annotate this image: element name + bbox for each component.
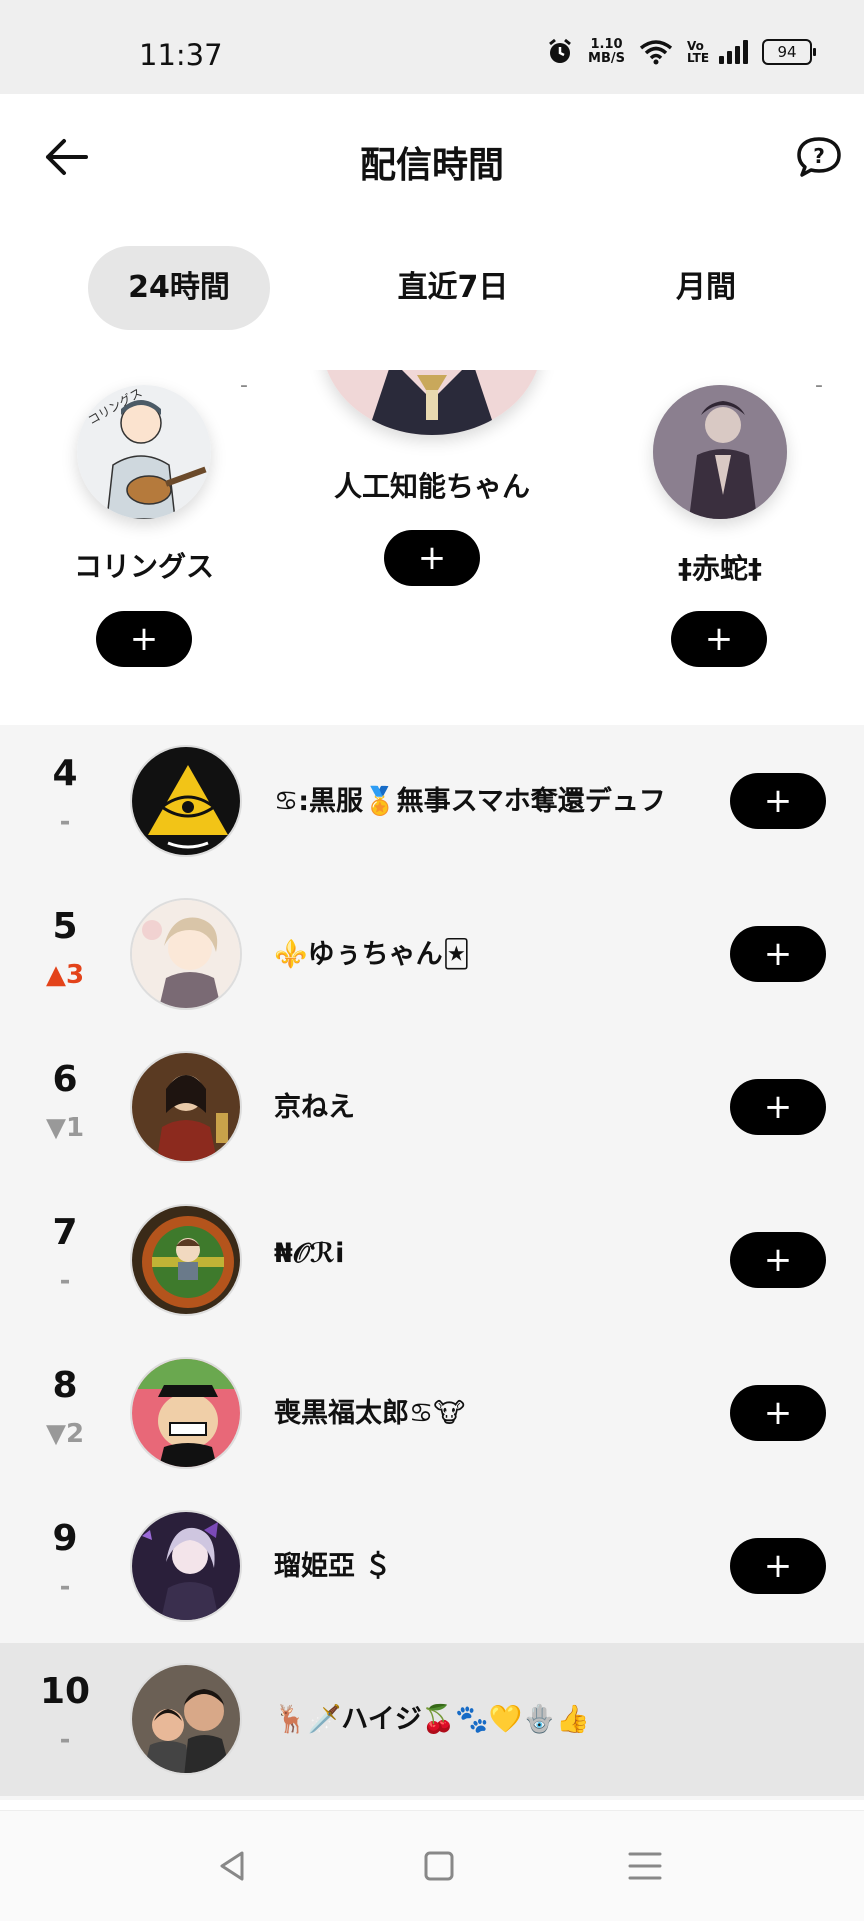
status-bar: 11:37 1.10 MB/S Vo LTE 94	[0, 0, 864, 94]
ranking-row-self[interactable]: 10 - 🦌🗡️ハイジ🍒🐾💛🪬👍	[0, 1643, 864, 1796]
avatar[interactable]	[130, 1663, 242, 1775]
avatar[interactable]	[130, 1204, 242, 1316]
volte-label: Vo LTE	[687, 39, 710, 65]
user-name: ₦𝒪ℛi	[274, 1238, 345, 1269]
net-speed-unit: MB/S	[588, 51, 625, 66]
avatar[interactable]	[130, 1510, 242, 1622]
follow-button[interactable]: +	[730, 1079, 826, 1135]
rank-change: -	[59, 1725, 71, 1755]
rank-number: 7	[52, 1212, 78, 1253]
avatar-first[interactable]	[322, 370, 542, 435]
podium-top3: 人工知能ちゃん + - コリングス コリングス + - ‡赤蛇‡ +	[0, 370, 864, 725]
podium-third-name: ‡赤蛇‡	[677, 552, 762, 585]
ranking-row[interactable]: 8 ▼2 喪黒福太郎♋︎🐮 +	[0, 1337, 864, 1490]
question-bubble-icon[interactable]: ?	[796, 136, 842, 178]
podium-second-name: コリングス	[73, 550, 214, 583]
user-name: ♋︎:黒服🏅無事スマホ奪還デュフ	[274, 786, 666, 817]
status-time: 11:37	[139, 38, 223, 72]
user-name: 瑠姫亞 ＄	[274, 1551, 392, 1582]
avatar-third[interactable]	[653, 385, 787, 519]
rank-number: 10	[39, 1671, 91, 1712]
status-icons: 1.10 MB/S Vo LTE 94	[546, 38, 816, 66]
follow-button-third[interactable]: +	[671, 611, 767, 667]
ranking-row[interactable]: 7 - ₦𝒪ℛi +	[0, 1184, 864, 1337]
rank-number: 8	[52, 1365, 78, 1406]
net-speed: 1.10 MB/S	[588, 38, 625, 66]
period-tabs: 24時間 直近7日 月間	[0, 246, 864, 330]
avatar[interactable]	[130, 1357, 242, 1469]
menu-lines-icon[interactable]	[620, 1841, 670, 1891]
app-header: 配信時間 ?	[0, 94, 864, 222]
avatar-second[interactable]: コリングス	[77, 385, 211, 519]
rank-change: ▲3	[45, 960, 85, 990]
rank-change: -	[59, 1266, 71, 1296]
tab-7days[interactable]: 直近7日	[362, 246, 544, 330]
podium-third-change: -	[815, 373, 823, 398]
rank-number: 6	[52, 1059, 78, 1100]
rank-number: 5	[52, 906, 78, 947]
user-name: ⚜️ゆぅちゃん🃏	[274, 939, 471, 970]
rank-change: -	[59, 1572, 71, 1602]
battery-icon: 94	[762, 39, 816, 65]
follow-button[interactable]: +	[730, 1385, 826, 1441]
avatar[interactable]	[130, 1051, 242, 1163]
podium-first-name: 人工知能ちゃん	[333, 470, 530, 503]
ranking-row[interactable]: 6 ▼1 京ねえ +	[0, 1031, 864, 1184]
tab-monthly[interactable]: 月間	[615, 246, 797, 330]
podium-second-change: -	[240, 373, 248, 398]
user-name: 喪黒福太郎♋︎🐮	[274, 1398, 466, 1429]
page-title: 配信時間	[359, 145, 504, 186]
user-name: 京ねえ	[274, 1092, 355, 1123]
tab-24h[interactable]: 24時間	[88, 246, 270, 330]
battery-level: 94	[777, 43, 797, 61]
system-nav-bar	[0, 1810, 864, 1921]
wifi-icon	[639, 40, 673, 65]
follow-button[interactable]: +	[730, 1538, 826, 1594]
user-name: 🦌🗡️ハイジ🍒🐾💛🪬👍	[274, 1704, 590, 1735]
ranking-row[interactable]: 5 ▲3 ⚜️ゆぅちゃん🃏 +	[0, 878, 864, 1031]
ranking-row[interactable]: 4 - ♋︎:黒服🏅無事スマホ奪還デュフ +	[0, 725, 864, 878]
net-speed-value: 1.10	[590, 37, 623, 52]
square-home-icon[interactable]	[414, 1841, 464, 1891]
follow-button[interactable]: +	[730, 1232, 826, 1288]
ranking-row[interactable]: 9 - 瑠姫亞 ＄ +	[0, 1490, 864, 1643]
follow-button[interactable]: +	[730, 926, 826, 982]
follow-button-first[interactable]: +	[384, 530, 480, 586]
signal-icon	[719, 40, 748, 64]
rank-number: 9	[52, 1518, 78, 1559]
rank-change: -	[59, 807, 71, 837]
follow-button-second[interactable]: +	[96, 611, 192, 667]
triangle-back-icon[interactable]	[208, 1841, 258, 1891]
rank-change: ▼2	[45, 1419, 85, 1449]
ranking-list: 4 - ♋︎:黒服🏅無事スマホ奪還デュフ + 5 ▲3 ⚜️ゆぅちゃん🃏 + 6…	[0, 725, 864, 1800]
rank-number: 4	[52, 753, 78, 794]
follow-button[interactable]: +	[730, 773, 826, 829]
avatar[interactable]	[130, 745, 242, 857]
alarm-icon	[549, 38, 571, 63]
svg-text:?: ?	[813, 144, 825, 168]
avatar[interactable]	[130, 898, 242, 1010]
rank-change: ▼1	[45, 1113, 85, 1143]
